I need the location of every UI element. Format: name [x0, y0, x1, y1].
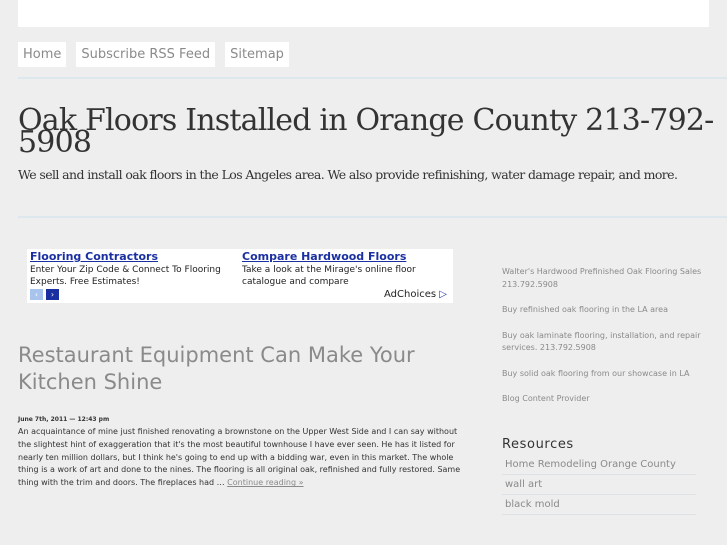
resource-link[interactable]: Home Remodeling Orange County: [505, 459, 676, 470]
sidebar: Walter's Hardwood Prefinished Oak Floori…: [502, 266, 702, 419]
chevron-right-icon[interactable]: ›: [46, 289, 59, 300]
resources-list: Home Remodeling Orange County wall art b…: [502, 455, 696, 515]
ad-unit: Compare Hardwood Floors Take a look at t…: [242, 249, 442, 288]
resource-link[interactable]: wall art: [505, 479, 542, 490]
ad-pager: ‹ ›: [30, 289, 59, 300]
sidebar-link[interactable]: Walter's Hardwood Prefinished Oak Floori…: [502, 266, 702, 291]
adchoices-label: AdChoices: [384, 289, 437, 300]
top-bar: [18, 0, 709, 27]
resource-link[interactable]: black mold: [505, 499, 560, 510]
post-date: June 7th, 2011 — 12:43 pm: [18, 416, 110, 423]
ad-text: Enter Your Zip Code & Connect To Floorin…: [30, 265, 221, 287]
site-title[interactable]: Oak Floors Installed in Orange County 21…: [18, 106, 718, 158]
post-excerpt: An acquaintance of mine just finished re…: [18, 426, 466, 490]
sidebar-link[interactable]: Buy oak laminate flooring, installation,…: [502, 330, 702, 355]
ad-title-link[interactable]: Flooring Contractors: [30, 250, 230, 263]
resources-heading: Resources: [502, 437, 574, 452]
ad-unit: Flooring Contractors Enter Your Zip Code…: [30, 249, 230, 288]
continue-reading-link[interactable]: Continue reading »: [227, 478, 303, 487]
chevron-left-icon[interactable]: ‹: [30, 289, 43, 300]
nav-subscribe-rss[interactable]: Subscribe RSS Feed: [76, 42, 216, 67]
ad-text: Take a look at the Mirage's online floor…: [242, 265, 416, 287]
ad-banner: Flooring Contractors Enter Your Zip Code…: [27, 249, 453, 303]
list-item: Home Remodeling Orange County: [502, 455, 696, 475]
nav-home[interactable]: Home: [18, 42, 67, 67]
adchoices-link[interactable]: AdChoices ▷: [384, 289, 447, 300]
sidebar-link[interactable]: Blog Content Provider: [502, 393, 702, 406]
sidebar-link[interactable]: Buy refinished oak flooring in the LA ar…: [502, 304, 702, 317]
sidebar-link[interactable]: Buy solid oak flooring from our showcase…: [502, 368, 702, 381]
post-title[interactable]: Restaurant Equipment Can Make Your Kitch…: [18, 342, 458, 396]
ad-title-link[interactable]: Compare Hardwood Floors: [242, 250, 442, 263]
list-item: black mold: [502, 495, 696, 515]
list-item: wall art: [502, 475, 696, 495]
adchoices-icon: ▷: [439, 289, 447, 300]
site-description: We sell and install oak floors in the Lo…: [18, 167, 678, 182]
nav-sitemap[interactable]: Sitemap: [225, 42, 289, 67]
header-divider-bottom: [18, 216, 727, 218]
main-nav: Home Subscribe RSS Feed Sitemap: [18, 42, 289, 67]
header-divider: [18, 77, 727, 79]
